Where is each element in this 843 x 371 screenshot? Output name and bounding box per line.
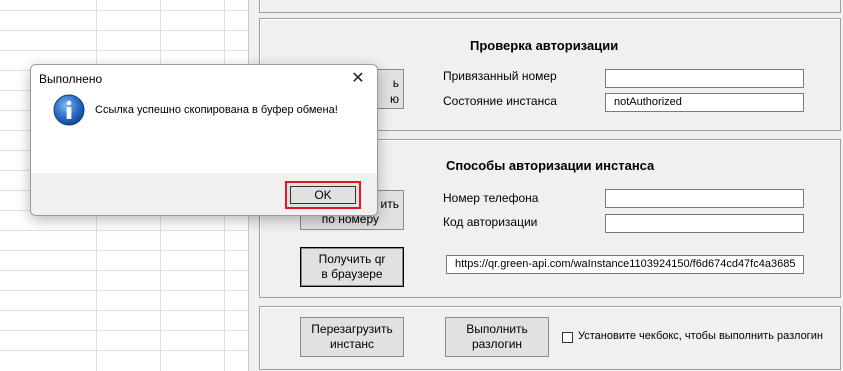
- ok-button[interactable]: OK: [285, 181, 361, 209]
- grid-row-line: [0, 290, 248, 291]
- ok-focus-ring: [290, 186, 356, 204]
- info-icon: [53, 94, 85, 126]
- get-qr-button[interactable]: Получить qr в браузере: [300, 247, 404, 287]
- grid-row-line: [0, 230, 248, 231]
- logout-checkbox[interactable]: [562, 332, 573, 343]
- grid-row-line: [0, 250, 248, 251]
- grid-row-line: [0, 10, 248, 11]
- instance-state-label: Состояние инстанса: [443, 94, 557, 108]
- qr-url-field[interactable]: https://qr.green-api.com/waInstance11039…: [446, 255, 804, 274]
- actions-frame: Перезагрузить инстанс Выполнить разлогин…: [259, 306, 841, 370]
- dialog-message: Ссылка успешно скопирована в буфер обмен…: [95, 104, 338, 116]
- message-dialog: Выполнено ✕ Ссылка успешно скопирована в…: [30, 64, 378, 216]
- grid-row-line: [0, 50, 248, 51]
- check-auth-button-line1: ь: [392, 76, 399, 90]
- linked-number-label: Привязанный номер: [443, 69, 557, 83]
- auth-code-label: Код авторизации: [443, 215, 538, 229]
- grid-row-line: [0, 330, 248, 331]
- close-icon[interactable]: ✕: [347, 68, 369, 88]
- logout-line2: разлогин: [471, 337, 523, 351]
- restart-instance-button[interactable]: Перезагрузить инстанс: [300, 317, 404, 357]
- dialog-title: Выполнено: [39, 72, 103, 86]
- get-qr-line2: в браузере: [321, 267, 383, 281]
- check-auth-button-line2: ю: [390, 92, 399, 106]
- phone-field[interactable]: [605, 189, 804, 208]
- grid-row-line: [0, 350, 248, 351]
- auth-by-phone-line1: ить: [380, 197, 399, 211]
- dialog-footer: OK: [31, 173, 377, 215]
- grid-row-line: [0, 270, 248, 271]
- logout-line1: Выполнить: [466, 322, 528, 336]
- top-frame: [259, 0, 841, 13]
- get-qr-line1: Получить qr: [318, 252, 386, 266]
- auth-check-heading: Проверка авторизации: [470, 38, 619, 53]
- phone-label: Номер телефона: [443, 191, 539, 205]
- auth-code-field[interactable]: [605, 214, 804, 233]
- restart-line2: инстанс: [330, 337, 374, 351]
- instance-state-field[interactable]: notAuthorized: [605, 93, 804, 112]
- grid-row-line: [0, 310, 248, 311]
- logout-button[interactable]: Выполнить разлогин: [445, 317, 549, 357]
- logout-checkbox-label: Установите чекбокс, чтобы выполнить разл…: [578, 330, 823, 342]
- auth-methods-heading: Способы авторизации инстанса: [446, 158, 655, 173]
- grid-row-line: [0, 30, 248, 31]
- linked-number-field[interactable]: [605, 69, 804, 88]
- dialog-body: Ссылка успешно скопирована в буфер обмен…: [31, 92, 377, 173]
- restart-line1: Перезагрузить: [311, 322, 393, 336]
- dialog-title-bar[interactable]: Выполнено ✕: [31, 65, 377, 92]
